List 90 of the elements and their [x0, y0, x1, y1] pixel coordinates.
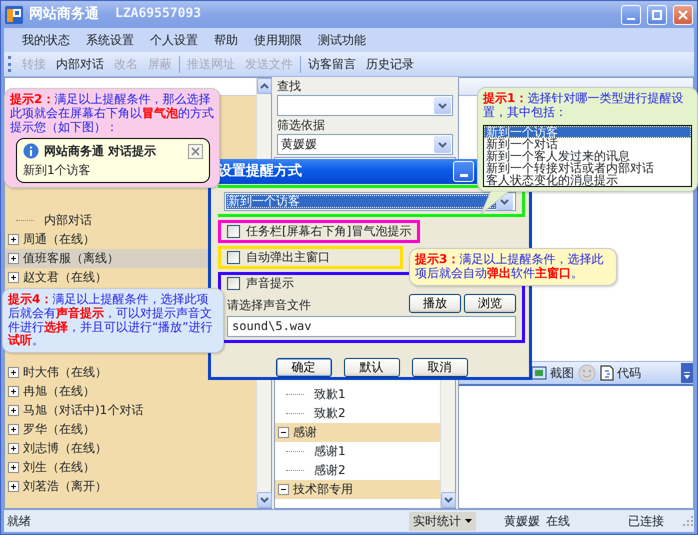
connection-status: 已连接 [628, 514, 664, 528]
dialog-button[interactable]: 浏览 [464, 294, 516, 313]
menu-item[interactable]: 我的状态 [14, 32, 78, 48]
maximize-button[interactable] [647, 4, 667, 24]
tree-item[interactable]: 感谢1 [314, 444, 346, 459]
resize-grip-icon[interactable] [682, 515, 694, 527]
tree-group[interactable]: 感谢 [275, 423, 440, 442]
status-text: 就绪 [6, 514, 32, 528]
expand-icon[interactable] [8, 253, 19, 264]
expand-icon[interactable] [8, 405, 19, 416]
code-button[interactable]: 代码 [600, 365, 641, 381]
scroll-down-button[interactable] [257, 492, 272, 508]
balloon-title: 网站商务通 对话提示 [44, 144, 156, 159]
expand-icon[interactable] [8, 424, 19, 435]
menu-item[interactable]: 个人设置 [142, 32, 206, 48]
contact-item[interactable]: 刘茗浩（离开） [5, 477, 256, 496]
callout-text: 提示4：满足以上提醒条件，选择此项后就会有声音提示，可以对提示声音文件进行选择，并且可以进行“播放”进行试听。 [8, 293, 214, 348]
field-label: 查找 [276, 78, 302, 95]
stats-dropdown[interactable]: 实时统计 [409, 512, 476, 530]
scroll-down-button[interactable] [441, 492, 456, 508]
minimize-icon [460, 174, 468, 177]
balloon-message: 新到1个访客 [23, 163, 92, 178]
contact-item[interactable]: 时大伟（在线） [5, 363, 256, 382]
toolbar-button[interactable]: 历史记录 [361, 56, 419, 72]
caret-icon [465, 519, 472, 523]
screenshot-button[interactable]: 截图 [531, 366, 574, 380]
user-name: 黄媛媛 [504, 514, 540, 528]
account-id: LZA69557093 [115, 6, 202, 23]
toolbar-button[interactable]: 内部对话 [51, 56, 109, 72]
dialog-button[interactable]: 默认 [344, 358, 400, 377]
info-icon [23, 143, 39, 160]
close-icon [678, 10, 688, 20]
dialog-button[interactable]: 取消 [412, 358, 468, 377]
contact-item[interactable]: 罗华（在线） [5, 420, 256, 439]
list-option[interactable]: 新到一个对话 [484, 138, 691, 150]
presence-status: 在线 [546, 514, 570, 528]
file-path-field[interactable]: sound\5.wav [227, 316, 516, 337]
list-option[interactable]: 新到一个转接对话或者内部对话 [484, 162, 691, 174]
callout-text: 提示1：选择针对哪一类型进行提醒设置，其中包括： [483, 92, 684, 120]
list-option[interactable]: 客人状态变化的消息提示 [484, 174, 691, 186]
filter-dropdown[interactable]: 黄媛媛 [277, 134, 453, 155]
caret-icon [500, 198, 509, 204]
tree-group[interactable]: 技术部专用 [275, 480, 440, 499]
tree-item[interactable]: 致歉2 [314, 406, 346, 421]
menu-item[interactable]: 系统设置 [78, 32, 142, 48]
expand-icon[interactable] [8, 462, 19, 473]
expand-icon[interactable] [8, 272, 19, 283]
scroll-up-button[interactable] [257, 78, 272, 94]
contact-item[interactable]: 刘生（在线） [5, 458, 256, 477]
menu-item[interactable]: 测试功能 [310, 32, 374, 48]
callout-text: 提示2：满足以上提醒条件，那么选择此项就会在屏幕右下角以冒气泡的方式提示您（如下图）： [10, 93, 214, 134]
field-label: 请选择声音文件 [227, 298, 311, 313]
expand-icon[interactable] [8, 481, 19, 492]
expand-icon[interactable] [8, 367, 19, 378]
screenshot-icon [531, 366, 547, 380]
close-button[interactable] [188, 144, 203, 159]
menu-item[interactable]: 使用期限 [246, 32, 310, 48]
close-icon [191, 146, 200, 156]
event-type-dropdown[interactable]: 新到一个访客 [224, 192, 516, 211]
collapse-icon[interactable] [278, 484, 289, 495]
list-option[interactable]: 新到一个客人发过来的讯息 [484, 150, 691, 162]
toolbar-button[interactable]: 访客留言 [303, 56, 361, 72]
checkbox[interactable]: 任务栏[屏幕右下角]冒气泡提示 [227, 224, 412, 239]
toolbar-grip-icon[interactable] [8, 56, 11, 72]
window-title: 网站商务通 [29, 6, 99, 24]
expand-icon[interactable] [8, 234, 19, 245]
minimize-icon [627, 18, 635, 20]
search-dropdown[interactable] [277, 95, 453, 116]
document-icon [600, 365, 614, 381]
dialog-button[interactable]: 播放 [409, 294, 461, 313]
field-label: 筛选依据 [276, 117, 326, 134]
collapse-icon[interactable] [278, 427, 289, 438]
contact-item[interactable]: 马旭（对话中)1个对话 [5, 401, 256, 420]
tree-item[interactable]: 致歉1 [314, 387, 346, 402]
list-option[interactable]: 新到一个访客 [484, 126, 691, 138]
menu-item[interactable]: 帮助 [206, 32, 246, 48]
caret-icon [438, 142, 447, 148]
dialog-button[interactable]: 确定 [276, 358, 332, 377]
contact-item[interactable]: 刘志博（在线） [5, 439, 256, 458]
maximize-icon [652, 10, 662, 20]
minimize-button[interactable] [453, 161, 474, 182]
callout-text: 提示3：满足以上提醒条件，选择此项后就会自动弹出软件主窗口。 [415, 253, 604, 281]
caret-icon [438, 102, 447, 108]
expand-icon[interactable] [8, 443, 19, 454]
contact-item[interactable]: 冉旭（在线） [5, 382, 256, 401]
overflow-icon[interactable] [681, 363, 693, 383]
app-logo-icon [5, 6, 23, 24]
expand-icon[interactable] [8, 386, 19, 397]
tree-item[interactable]: 感谢2 [314, 463, 346, 478]
minimize-button[interactable] [621, 4, 641, 24]
